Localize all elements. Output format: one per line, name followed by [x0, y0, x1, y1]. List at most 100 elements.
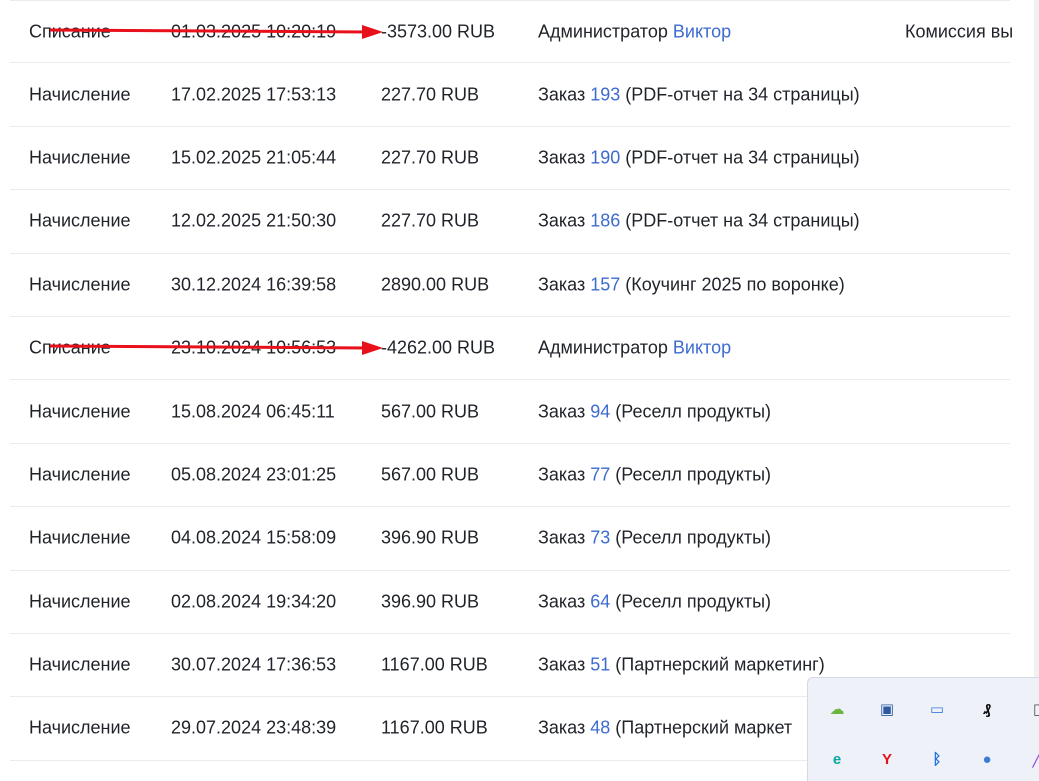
- table-row: Начисление 15.08.2024 06:45:11 567.00 RUB З…: [10, 380, 1010, 444]
- transaction-type: Списание: [29, 21, 111, 42]
- transaction-date: 02.08.2024 19:34:20: [171, 591, 337, 612]
- transaction-description: Заказ 186 (PDF-отчет на 34 страницы): [538, 211, 860, 232]
- transaction-type: Начисление: [29, 464, 131, 485]
- description-link[interactable]: 157: [590, 274, 620, 294]
- transaction-amount: 2890.00 RUB: [381, 274, 490, 295]
- description-prefix: Заказ: [538, 210, 586, 231]
- description-prefix: Заказ: [538, 84, 586, 105]
- transaction-description: Заказ 48 (Партнерский маркет: [538, 718, 792, 739]
- description-prefix: Администратор: [538, 21, 668, 42]
- transaction-amount: 227.70 RUB: [381, 84, 480, 105]
- transaction-type: Начисление: [29, 717, 131, 738]
- table-row: Начисление 04.08.2024 15:58:09 396.90 RUB З…: [10, 507, 1010, 571]
- table-row: Списание 23.10.2024 10:56:53 -4262.00 RUB А…: [10, 317, 1010, 381]
- description-prefix: Заказ: [538, 591, 586, 612]
- scrollbar[interactable]: [1034, 0, 1039, 781]
- description-suffix: (PDF-отчет на 34 страницы): [625, 147, 860, 168]
- table-row: Начисление 15.02.2025 21:05:44 227.70 RUB З…: [10, 127, 1010, 191]
- description-link[interactable]: 73: [590, 528, 610, 548]
- transaction-date: 15.02.2025 21:05:44: [171, 147, 337, 168]
- description-prefix: Заказ: [538, 464, 586, 485]
- transaction-date: 15.08.2024 06:45:11: [171, 401, 335, 422]
- description-link[interactable]: 190: [590, 147, 620, 167]
- description-link[interactable]: 64: [590, 591, 610, 611]
- transaction-type: Начисление: [29, 274, 131, 295]
- transaction-date: 05.08.2024 23:01:25: [171, 464, 337, 485]
- description-link[interactable]: Виктор: [673, 338, 731, 358]
- transaction-date: 30.12.2024 16:39:58: [171, 274, 337, 295]
- description-prefix: Заказ: [538, 654, 586, 675]
- transaction-description: Заказ 157 (Коучинг 2025 по воронке): [538, 274, 845, 295]
- description-suffix: (Реселл продукты): [615, 527, 772, 548]
- description-prefix: Заказ: [538, 401, 586, 422]
- description-suffix: (Реселл продукты): [615, 591, 772, 612]
- description-suffix: (Партнерский маркет: [615, 717, 793, 738]
- description-suffix: (Партнерский маркетинг): [615, 654, 825, 675]
- transaction-description: Заказ 73 (Реселл продукты): [538, 528, 771, 549]
- transaction-date: 12.02.2025 21:50:30: [171, 210, 337, 231]
- table-row: Начисление 12.02.2025 21:50:30 227.70 RUB З…: [10, 190, 1010, 254]
- transaction-description: Администратор Виктор: [538, 21, 731, 42]
- transaction-amount: 396.90 RUB: [381, 591, 480, 612]
- description-suffix: (Реселл продукты): [615, 401, 772, 422]
- transaction-date: 17.02.2025 17:53:13: [171, 84, 337, 105]
- transaction-amount: -3573.00 RUB: [381, 21, 496, 42]
- window-icon[interactable]: ▯: [1024, 696, 1039, 722]
- description-link[interactable]: 94: [590, 401, 610, 421]
- description-prefix: Заказ: [538, 274, 586, 295]
- browser-badge-icon[interactable]: ●: [974, 746, 1000, 772]
- table-row: Начисление 17.02.2025 17:53:13 227.70 RUB З…: [10, 63, 1010, 127]
- remote-desktop-icon[interactable]: ▭: [924, 696, 950, 722]
- transaction-type: Начисление: [29, 401, 131, 422]
- description-prefix: Заказ: [538, 717, 586, 738]
- transaction-amount: -4262.00 RUB: [381, 337, 496, 358]
- transaction-note: Комиссия вы: [905, 21, 1014, 42]
- table-row: Списание 01.03.2025 10:20:19 -3573.00 RUB А…: [10, 0, 1014, 64]
- transaction-date: 29.07.2024 23:48:39: [171, 717, 337, 738]
- description-suffix: (Реселл продукты): [615, 464, 772, 485]
- transaction-amount: 227.70 RUB: [381, 210, 480, 231]
- transaction-description: Заказ 51 (Партнерский маркетинг): [538, 655, 825, 676]
- description-link[interactable]: 193: [590, 84, 620, 104]
- transaction-description: Заказ 190 (PDF-отчет на 34 страницы): [538, 147, 860, 168]
- transaction-amount: 567.00 RUB: [381, 401, 480, 422]
- description-link[interactable]: 186: [590, 211, 620, 231]
- transaction-amount: 567.00 RUB: [381, 464, 480, 485]
- cloud-sync-icon[interactable]: ☁: [824, 696, 850, 722]
- description-prefix: Администратор: [538, 337, 668, 358]
- transaction-date: 04.08.2024 15:58:09: [171, 527, 337, 548]
- description-link[interactable]: 51: [590, 655, 610, 675]
- transaction-description: Заказ 77 (Реселл продукты): [538, 464, 771, 485]
- table-row: Начисление 02.08.2024 19:34:20 396.90 RUB З…: [10, 571, 1010, 634]
- description-link[interactable]: Виктор: [673, 21, 731, 41]
- transaction-amount: 1167.00 RUB: [381, 717, 488, 738]
- transaction-description: Администратор Виктор: [538, 338, 731, 359]
- notion-icon[interactable]: ₰: [974, 696, 1000, 722]
- transaction-type: Начисление: [29, 210, 131, 231]
- network-icon[interactable]: ▣: [874, 696, 900, 722]
- transaction-type: Начисление: [29, 527, 131, 548]
- transaction-type: Начисление: [29, 147, 131, 168]
- bluetooth-icon[interactable]: ᛒ: [924, 746, 950, 772]
- system-tray-overflow: ☁ ▣ ▭ ₰ ▯ e Y ᛒ ● ╱: [807, 677, 1039, 781]
- transaction-date: 30.07.2024 17:36:53: [171, 654, 337, 675]
- transaction-description: Заказ 94 (Реселл продукты): [538, 401, 771, 422]
- description-suffix: (PDF-отчет на 34 страницы): [625, 84, 860, 105]
- description-suffix: (PDF-отчет на 34 страницы): [625, 210, 860, 231]
- transaction-type: Списание: [29, 337, 111, 358]
- pen-icon[interactable]: ╱: [1024, 746, 1039, 772]
- transaction-amount: 1167.00 RUB: [381, 654, 488, 675]
- transaction-amount: 227.70 RUB: [381, 147, 480, 168]
- eset-icon[interactable]: e: [824, 746, 850, 772]
- arrow-head: [362, 341, 383, 356]
- transactions-table: Списание 01.03.2025 10:20:19 -3573.00 RUB А…: [10, 0, 1014, 761]
- description-link[interactable]: 77: [590, 464, 610, 484]
- transaction-type: Начисление: [29, 654, 131, 675]
- transaction-type: Начисление: [29, 84, 131, 105]
- arrow-head: [362, 24, 383, 39]
- table-row: Начисление 05.08.2024 23:01:25 567.00 RUB З…: [10, 444, 1010, 508]
- transaction-date: 23.10.2024 10:56:53: [171, 337, 337, 358]
- transaction-description: Заказ 193 (PDF-отчет на 34 страницы): [538, 84, 860, 105]
- description-link[interactable]: 48: [590, 718, 610, 738]
- yandex-icon[interactable]: Y: [874, 746, 900, 772]
